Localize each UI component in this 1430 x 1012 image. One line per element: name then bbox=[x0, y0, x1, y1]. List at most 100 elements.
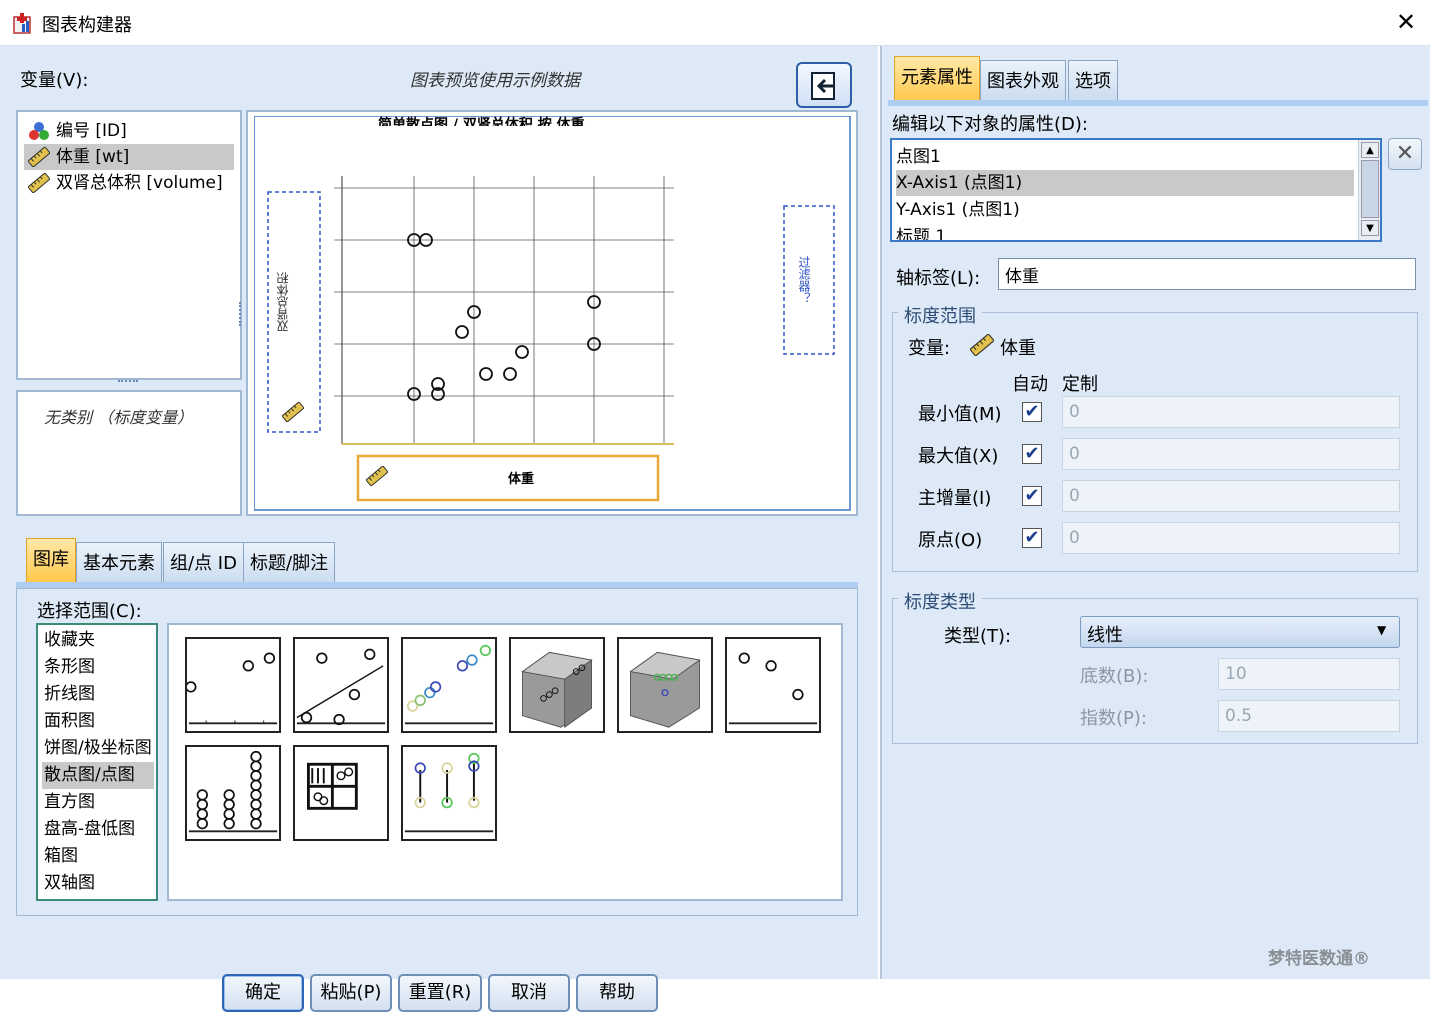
max-label: 最大值(X) bbox=[918, 446, 999, 467]
gallery-item-high-low[interactable]: 盘高-盘低图 bbox=[42, 816, 154, 843]
chart-title-preview: 简单散点图 / 双肾总体积 按 体重 bbox=[378, 117, 585, 126]
scale-ruler-icon bbox=[28, 173, 50, 193]
object-list: 点图1 X-Axis1 (点图1) Y-Axis1 (点图1) 标题 1 ▲ ▼ bbox=[890, 138, 1382, 242]
tab-groups-point-id[interactable]: 组/点 ID bbox=[163, 542, 244, 586]
scroll-thumb[interactable] bbox=[1361, 160, 1379, 218]
tab-gallery[interactable]: 图库 bbox=[26, 538, 76, 582]
preview-note: 图表预览使用示例数据 bbox=[410, 71, 580, 91]
variable-list: 编号 [ID] 体重 [wt] 双肾总体积 [volume] bbox=[16, 110, 242, 380]
origin-label: 原点(O) bbox=[918, 530, 983, 551]
close-icon[interactable]: ✕ bbox=[1392, 8, 1420, 36]
gallery-item-line[interactable]: 折线图 bbox=[42, 681, 154, 708]
variable-item-volume[interactable]: 双肾总体积 [volume] bbox=[24, 170, 234, 196]
splitter-handle[interactable] bbox=[118, 380, 138, 386]
reset-button[interactable]: 重置(R) bbox=[398, 974, 482, 1012]
categories-note: 无类别 （标度变量） bbox=[44, 408, 194, 427]
origin-auto-checkbox[interactable]: ✔ bbox=[1022, 528, 1042, 548]
ok-button[interactable]: 确定 bbox=[222, 974, 304, 1012]
tab-chart-appearance[interactable]: 图表外观 bbox=[980, 60, 1066, 102]
scale-ruler-icon bbox=[970, 334, 994, 356]
filter-dropzone-label: 过滤器？ bbox=[797, 256, 811, 304]
gallery-item-boxplot[interactable]: 箱图 bbox=[42, 843, 154, 870]
variable-label: 双肾总体积 [volume] bbox=[56, 173, 223, 193]
return-arrow-icon bbox=[811, 72, 835, 100]
nominal-icon bbox=[29, 122, 49, 140]
chevron-down-icon: ▼ bbox=[1377, 623, 1387, 637]
right-tab-strip-line bbox=[888, 100, 1428, 106]
max-custom-input[interactable]: 0 bbox=[1062, 438, 1400, 470]
scroll-up-icon[interactable]: ▲ bbox=[1361, 142, 1379, 158]
cancel-button[interactable]: 取消 bbox=[488, 974, 570, 1012]
gallery-item-scatter-dot[interactable]: 散点图/点图 bbox=[42, 762, 154, 789]
chart-builder-app-icon bbox=[13, 13, 31, 34]
left-pane: 变量(V): 图表预览使用示例数据 编号 [ID] 体重 [wt] 双肾总体积 … bbox=[0, 46, 878, 1012]
scale-type-select[interactable]: 线性 ▼ bbox=[1080, 616, 1400, 648]
gallery-item-bar[interactable]: 条形图 bbox=[42, 654, 154, 681]
object-item-y-axis[interactable]: Y-Axis1 (点图1) bbox=[896, 197, 1354, 223]
thumb-simple-scatter[interactable] bbox=[185, 637, 281, 733]
help-button[interactable]: 帮助 bbox=[576, 974, 658, 1012]
min-label: 最小值(M) bbox=[918, 404, 1002, 425]
scale-type-label: 类型(T): bbox=[944, 626, 1012, 647]
tab-basic-elements[interactable]: 基本元素 bbox=[76, 542, 162, 586]
vertical-splitter-handle[interactable] bbox=[239, 302, 245, 326]
base-input[interactable]: 10 bbox=[1218, 658, 1400, 690]
origin-custom-input[interactable]: 0 bbox=[1062, 522, 1400, 554]
paste-button[interactable]: 粘贴(P) bbox=[310, 974, 392, 1012]
thumb-dot-plot[interactable] bbox=[185, 745, 281, 841]
gallery-item-favorites[interactable]: 收藏夹 bbox=[42, 627, 154, 654]
auto-column-header: 自动 bbox=[1012, 374, 1048, 395]
axis-label-label: 轴标签(L): bbox=[896, 268, 981, 289]
delete-element-icon[interactable]: ✕ bbox=[1388, 138, 1422, 170]
scale-ruler-icon bbox=[282, 402, 304, 422]
choose-from-label: 选择范围(C): bbox=[37, 601, 142, 622]
tab-element-properties[interactable]: 元素属性 bbox=[894, 56, 980, 102]
variable-item-wt[interactable]: 体重 [wt] bbox=[24, 144, 234, 170]
scale-ruler-icon bbox=[366, 466, 388, 486]
gallery-item-dual-axis[interactable]: 双轴图 bbox=[42, 870, 154, 897]
scale-variable-value: 体重 bbox=[1000, 338, 1036, 359]
min-auto-checkbox[interactable]: ✔ bbox=[1022, 402, 1042, 422]
base-label: 底数(B): bbox=[1080, 666, 1149, 687]
thumb-grouped-scatter[interactable] bbox=[401, 637, 497, 733]
object-list-scrollbar[interactable]: ▲ ▼ bbox=[1358, 140, 1380, 240]
max-auto-checkbox[interactable]: ✔ bbox=[1022, 444, 1042, 464]
chart-type-list: 收藏夹 条形图 折线图 面积图 饼图/极坐标图 散点图/点图 直方图 盘高-盘低… bbox=[36, 623, 158, 901]
tab-titles-footnotes[interactable]: 标题/脚注 bbox=[243, 542, 336, 586]
y-axis-dropzone-label: 双肾总体积 bbox=[276, 272, 290, 332]
tab-options[interactable]: 选项 bbox=[1068, 60, 1118, 102]
thumb-scatter-matrix[interactable] bbox=[293, 745, 389, 841]
thumb-scatter-fit-line[interactable] bbox=[293, 637, 389, 733]
title-bar: 图表构建器 ✕ bbox=[0, 0, 1430, 46]
object-item-dot1[interactable]: 点图1 bbox=[896, 144, 1354, 170]
x-axis-dropzone-label: 体重 bbox=[508, 472, 535, 487]
scale-type-value: 线性 bbox=[1087, 625, 1123, 646]
chart-canvas[interactable]: 简单散点图 / 双肾总体积 按 体重 双肾总体积 过滤器？ 体重 bbox=[246, 110, 858, 516]
thumb-drop-line[interactable] bbox=[401, 745, 497, 841]
major-increment-auto-checkbox[interactable]: ✔ bbox=[1022, 486, 1042, 506]
exponent-input[interactable]: 0.5 bbox=[1218, 700, 1400, 732]
variables-label: 变量(V): bbox=[20, 70, 89, 91]
variable-item-id[interactable]: 编号 [ID] bbox=[24, 118, 234, 144]
gallery-item-pie-polar[interactable]: 饼图/极坐标图 bbox=[42, 735, 154, 762]
min-custom-input[interactable]: 0 bbox=[1062, 396, 1400, 428]
scroll-down-icon[interactable]: ▼ bbox=[1361, 220, 1379, 236]
variable-label: 编号 [ID] bbox=[56, 121, 127, 141]
categories-panel: 无类别 （标度变量） bbox=[16, 390, 242, 516]
scale-variable-label: 变量: bbox=[908, 338, 951, 359]
thumb-grouped-3d-scatter[interactable] bbox=[617, 637, 713, 733]
axis-label-input[interactable] bbox=[998, 258, 1416, 290]
major-increment-custom-input[interactable]: 0 bbox=[1062, 480, 1400, 512]
gallery-item-area[interactable]: 面积图 bbox=[42, 708, 154, 735]
object-item-x-axis[interactable]: X-Axis1 (点图1) bbox=[896, 170, 1354, 196]
thumb-summary-point[interactable] bbox=[725, 637, 821, 733]
thumb-3d-scatter[interactable] bbox=[509, 637, 605, 733]
return-to-variables-button[interactable] bbox=[796, 62, 852, 108]
object-item-title[interactable]: 标题 1 bbox=[896, 224, 1354, 240]
right-pane: 元素属性 图表外观 选项 编辑以下对象的属性(D): 点图1 X-Axis1 (… bbox=[880, 46, 1430, 979]
gallery-thumbnails bbox=[167, 623, 843, 901]
window-title: 图表构建器 bbox=[42, 15, 132, 36]
gallery-item-histogram[interactable]: 直方图 bbox=[42, 789, 154, 816]
gallery-panel: 选择范围(C): 收藏夹 条形图 折线图 面积图 饼图/极坐标图 散点图/点图 … bbox=[16, 588, 858, 916]
scale-type-legend: 标度类型 bbox=[898, 588, 982, 614]
